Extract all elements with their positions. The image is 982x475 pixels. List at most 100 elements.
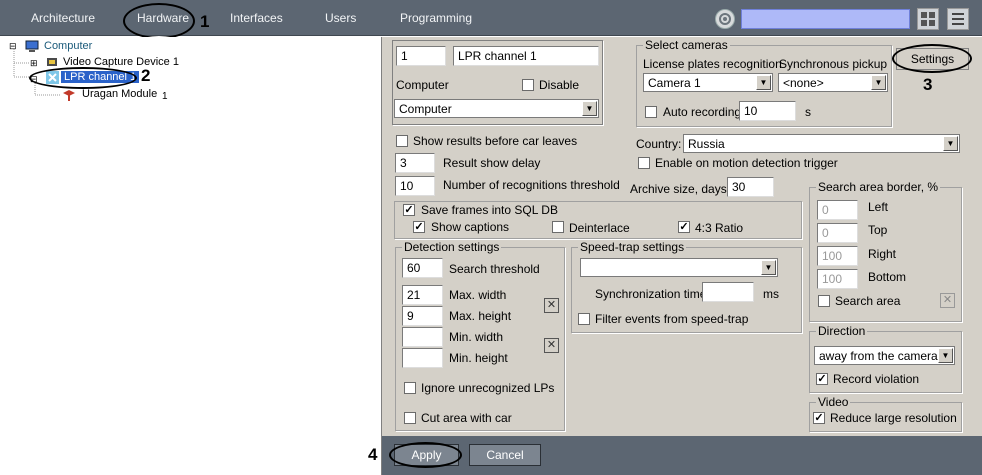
chevron-down-icon[interactable]: ▼ <box>938 348 953 363</box>
chevron-down-icon[interactable]: ▼ <box>943 136 958 151</box>
hardware-tree: ⊟ Computer ⊞ Video Capture Device 1 ⊟ LP… <box>0 37 381 475</box>
callout-4: 4 <box>368 445 378 464</box>
archive-size-field[interactable]: 30 <box>727 177 774 197</box>
direction-title: Direction <box>816 324 868 338</box>
menu-icon[interactable] <box>947 8 969 30</box>
ratio-label: 4:3 Ratio <box>695 221 744 235</box>
clear-min-size-icon[interactable]: ✕ <box>544 338 559 353</box>
show-results-checkbox[interactable] <box>396 135 408 147</box>
grid-view-icon[interactable] <box>917 8 939 30</box>
select-cameras-title: Select cameras <box>643 38 730 52</box>
tab-programming[interactable]: Programming <box>400 11 472 25</box>
camera-select-value: Camera 1 <box>648 76 701 90</box>
auto-recording-checkbox[interactable] <box>645 106 657 118</box>
computer-select-value: Computer <box>399 102 452 116</box>
country-select-value: Russia <box>688 137 725 151</box>
computer-select[interactable]: Computer ▼ <box>394 99 599 118</box>
video-title: Video <box>816 395 851 409</box>
sync-pickup-label: Synchronous pickup <box>779 57 888 71</box>
auto-recording-label: Auto recording <box>663 105 742 119</box>
bottom-border-label: Bottom <box>868 270 907 284</box>
bottom-border-field[interactable]: 100 <box>817 269 858 289</box>
callout-3: 3 <box>923 75 933 94</box>
result-delay-label: Result show delay <box>443 156 541 170</box>
show-captions-label: Show captions <box>431 220 510 234</box>
search-area-title: Search area border, % <box>816 180 941 194</box>
left-border-label: Left <box>868 200 889 214</box>
hardware-tab-highlight <box>123 3 195 39</box>
chevron-down-icon[interactable]: ▼ <box>756 75 771 90</box>
speed-trap-title: Speed-trap settings <box>578 240 687 254</box>
ignore-unrecognized-checkbox[interactable] <box>404 382 416 394</box>
disable-label: Disable <box>539 78 580 92</box>
country-label: Country: <box>636 137 682 151</box>
reduce-resolution-label: Reduce large resolution <box>830 411 957 425</box>
country-select[interactable]: Russia ▼ <box>683 134 960 153</box>
apply-button-highlight <box>389 442 462 468</box>
deinterlace-checkbox[interactable] <box>552 221 564 233</box>
sync-pickup-select-value: <none> <box>783 76 824 90</box>
result-delay-field[interactable]: 3 <box>395 153 435 173</box>
gear-icon[interactable] <box>715 9 735 29</box>
settings-panel: 1 LPR channel 1 Computer Disable Compute… <box>381 37 982 475</box>
show-captions-checkbox[interactable]: ✓ <box>413 221 425 233</box>
right-border-label: Right <box>868 247 897 261</box>
search-threshold-label: Search threshold <box>449 262 540 276</box>
search-input[interactable] <box>741 9 910 29</box>
lpr-camera-label: License plates recognition <box>643 57 782 71</box>
motion-trigger-checkbox[interactable] <box>638 157 650 169</box>
save-frames-label: Save frames into SQL DB <box>421 203 558 217</box>
show-results-label: Show results before car leaves <box>413 134 578 148</box>
right-border-field[interactable]: 100 <box>817 246 858 266</box>
chevron-down-icon[interactable]: ▼ <box>582 101 597 116</box>
recognition-threshold-label: Number of recognitions threshold <box>443 178 620 192</box>
max-width-label: Max. width <box>449 288 507 302</box>
tab-interfaces[interactable]: Interfaces <box>230 11 283 25</box>
cancel-button[interactable]: Cancel <box>469 444 541 466</box>
min-height-field[interactable] <box>402 348 443 368</box>
sync-time-unit: ms <box>763 287 779 301</box>
callout-1: 1 <box>200 12 210 31</box>
auto-recording-field[interactable]: 10 <box>739 101 796 121</box>
recognition-threshold-field[interactable]: 10 <box>395 176 435 196</box>
clear-max-size-icon[interactable]: ✕ <box>544 298 559 313</box>
save-frames-checkbox[interactable]: ✓ <box>403 204 415 216</box>
left-border-field[interactable]: 0 <box>817 200 858 220</box>
clear-search-area-icon[interactable]: ✕ <box>940 293 955 308</box>
lpr-channel-highlight <box>29 67 137 89</box>
max-height-label: Max. height <box>449 309 512 323</box>
sync-time-field[interactable] <box>702 282 754 302</box>
tab-users[interactable]: Users <box>325 11 356 25</box>
callout-2: 2 <box>141 66 151 85</box>
chevron-down-icon[interactable]: ▼ <box>761 260 776 275</box>
cut-area-label: Cut area with car <box>421 411 512 425</box>
speed-trap-select[interactable]: ▼ <box>580 258 778 277</box>
max-height-field[interactable]: 9 <box>402 306 443 326</box>
reduce-resolution-checkbox[interactable]: ✓ <box>813 412 825 424</box>
direction-select[interactable]: away from the camera ▼ <box>814 346 955 365</box>
top-border-field[interactable]: 0 <box>817 223 858 243</box>
ratio-checkbox[interactable]: ✓ <box>678 221 690 233</box>
filter-speed-trap-label: Filter events from speed-trap <box>595 312 749 326</box>
record-violation-checkbox[interactable]: ✓ <box>816 373 828 385</box>
search-area-checkbox[interactable] <box>818 295 830 307</box>
cut-area-checkbox[interactable] <box>404 412 416 424</box>
search-threshold-field[interactable]: 60 <box>402 258 443 278</box>
ignore-unrecognized-label: Ignore unrecognized LPs <box>421 381 555 395</box>
camera-select[interactable]: Camera 1 ▼ <box>643 73 773 92</box>
sync-pickup-select[interactable]: <none> ▼ <box>778 73 888 92</box>
channel-id-field[interactable]: 1 <box>396 46 446 66</box>
top-border-label: Top <box>868 223 888 237</box>
auto-recording-unit: s <box>805 105 811 119</box>
motion-trigger-label: Enable on motion detection trigger <box>655 156 838 170</box>
filter-speed-trap-checkbox[interactable] <box>578 313 590 325</box>
channel-name-field[interactable]: LPR channel 1 <box>453 46 599 66</box>
tab-architecture[interactable]: Architecture <box>31 11 95 25</box>
chevron-down-icon[interactable]: ▼ <box>871 75 886 90</box>
min-width-field[interactable] <box>402 327 443 347</box>
disable-checkbox[interactable] <box>522 79 534 91</box>
sync-time-label: Synchronization time <box>595 287 707 301</box>
max-width-field[interactable]: 21 <box>402 285 443 305</box>
record-violation-label: Record violation <box>833 372 920 386</box>
min-height-label: Min. height <box>449 351 508 365</box>
